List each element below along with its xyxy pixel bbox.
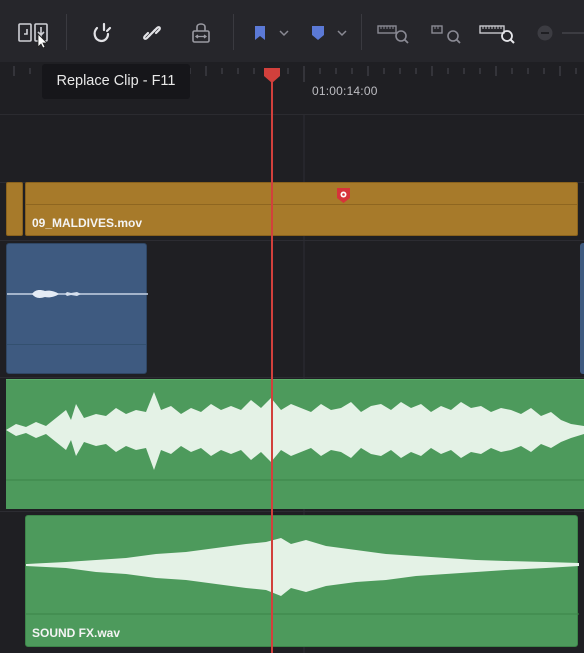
- audio-clip-label: SOUND FX.wav: [32, 626, 121, 640]
- marker-button[interactable]: [306, 16, 330, 50]
- flag-icon: [255, 26, 265, 40]
- clip-divider: [7, 344, 146, 345]
- zoom-slider-track[interactable]: [560, 16, 584, 50]
- replace-clip-button[interactable]: [14, 16, 56, 50]
- audio-waveform: [7, 290, 148, 298]
- toolbar-separator: [66, 14, 67, 50]
- marker-dropdown-button[interactable]: [332, 16, 352, 50]
- zoom-slider-line: [562, 32, 584, 34]
- audio-clip-1-next[interactable]: [580, 243, 584, 374]
- clip-marker-icon[interactable]: [336, 187, 351, 204]
- audio-clip-1[interactable]: [6, 243, 148, 374]
- zoom-out-icon: [537, 25, 553, 41]
- zoom-detail-icon: [431, 25, 461, 44]
- marker-icon: [312, 26, 324, 40]
- track-divider: [0, 377, 584, 378]
- snapping-icon: [93, 22, 112, 43]
- replace-clip-icon: [18, 23, 48, 48]
- linked-selection-button[interactable]: [135, 16, 169, 50]
- zoom-custom-button[interactable]: [476, 16, 522, 50]
- timeline-toolbar: [0, 0, 584, 62]
- flag-dropdown-icon: [279, 30, 289, 37]
- audio-clip-3[interactable]: SOUND FX.wav: [25, 515, 579, 647]
- flag-dropdown-button[interactable]: [274, 16, 294, 50]
- flag-button[interactable]: [248, 16, 272, 50]
- zoom-full-button[interactable]: [374, 16, 414, 50]
- track-divider: [0, 240, 584, 241]
- ruler-timecode: 01:00:14:00: [312, 84, 378, 98]
- track-divider: [0, 511, 584, 512]
- playhead-handle[interactable]: [262, 66, 282, 84]
- zoom-full-icon: [377, 25, 409, 44]
- zoom-custom-icon: [479, 25, 515, 44]
- position-lock-button[interactable]: [186, 16, 216, 50]
- position-lock-icon: [192, 23, 210, 43]
- linked-selection-icon: [143, 26, 161, 40]
- audio-clip-2[interactable]: [6, 379, 584, 509]
- tooltip: Replace Clip - F11: [42, 64, 190, 99]
- audio-waveform: [6, 392, 584, 481]
- snapping-button[interactable]: [85, 16, 119, 50]
- clip-divider: [26, 204, 577, 205]
- video-clip-label: 09_MALDIVES.mov: [32, 216, 143, 230]
- marker-dropdown-icon: [337, 30, 347, 37]
- playhead-line[interactable]: [271, 70, 273, 653]
- toolbar-separator: [233, 14, 234, 50]
- video-clip[interactable]: 09_MALDIVES.mov: [25, 182, 578, 236]
- toolbar-separator: [361, 14, 362, 50]
- video-clip-previous[interactable]: [6, 182, 23, 236]
- zoom-out-button[interactable]: [534, 16, 556, 50]
- zoom-detail-button[interactable]: [428, 16, 468, 50]
